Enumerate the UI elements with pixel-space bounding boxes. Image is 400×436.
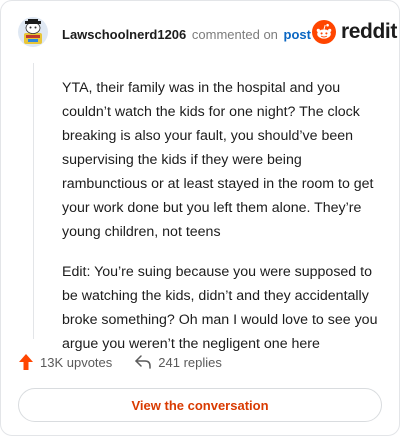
comment-header: Lawschoolnerd1206 commented on post	[62, 27, 311, 42]
upvote-count: 13K upvotes	[40, 354, 113, 370]
post-link[interactable]: post	[284, 27, 311, 42]
reddit-logo-icon	[312, 20, 336, 44]
reply-count: 241 replies	[158, 354, 222, 370]
username[interactable]: Lawschoolnerd1206	[62, 27, 186, 42]
replies-button[interactable]: 241 replies	[134, 354, 222, 370]
thread-line	[33, 63, 34, 339]
upvote-button[interactable]: 13K upvotes	[18, 353, 112, 371]
comment-paragraph: YTA, their family was in the hospital an…	[62, 80, 374, 240]
comment-card: Lawschoolnerd1206 commented on post redd…	[0, 0, 400, 436]
action-text: commented on	[191, 27, 278, 42]
brand-name: reddit	[341, 20, 397, 43]
reply-arrow-icon	[135, 355, 152, 369]
avatar[interactable]	[18, 17, 48, 47]
comment-body: YTA, their family was in the hospital an…	[62, 76, 383, 372]
reddit-brand[interactable]: reddit	[312, 20, 397, 44]
upvote-arrow-icon	[19, 354, 33, 370]
comment-actions: 13K upvotes 241 replies	[18, 353, 222, 371]
view-conversation-button[interactable]: View the conversation	[18, 388, 382, 422]
comment-paragraph: Edit: You’re suing because you were supp…	[62, 264, 378, 352]
